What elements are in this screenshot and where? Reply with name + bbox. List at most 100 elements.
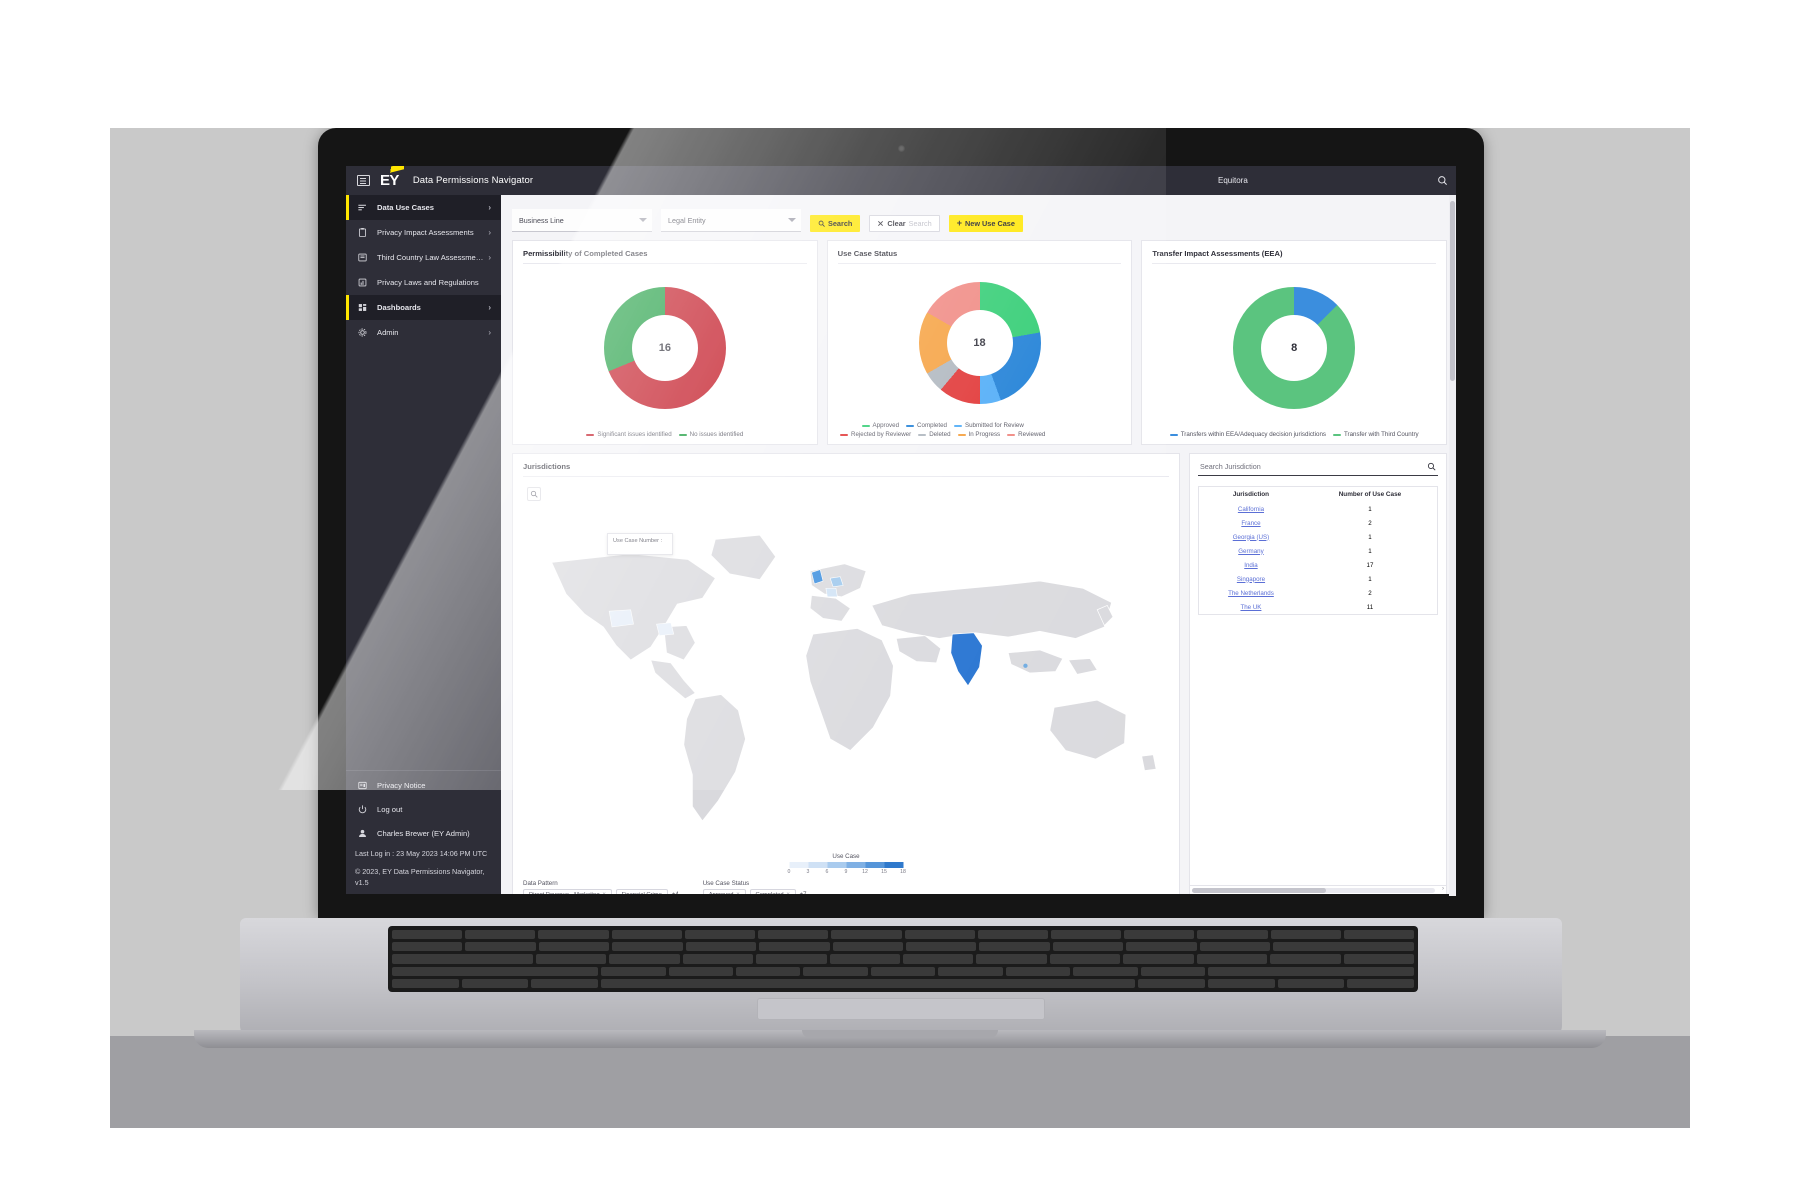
map-search-icon[interactable]	[527, 487, 541, 501]
page-scrollbar[interactable]	[1449, 195, 1456, 896]
card-title: Jurisdictions	[523, 462, 1169, 477]
legend-label: Significant issues identified	[597, 431, 672, 438]
sidebar-item-label: Admin	[377, 328, 399, 337]
clear-search-button[interactable]: Clear Search	[869, 215, 940, 232]
jurisdiction-link[interactable]: France	[1241, 520, 1260, 527]
cell-jurisdiction[interactable]: Georgia (US)	[1199, 530, 1303, 544]
cell-jurisdiction[interactable]: Germany	[1199, 544, 1303, 558]
cell-jurisdiction[interactable]: California	[1199, 502, 1303, 516]
jurisdiction-link[interactable]: India	[1244, 562, 1257, 569]
chevron-right-icon[interactable]: ›	[1442, 886, 1444, 892]
legend-label: Deleted	[929, 431, 951, 438]
search-icon[interactable]	[1437, 175, 1448, 186]
top-bar-right: Equitora	[1206, 166, 1456, 195]
cell-count: 2	[1368, 519, 1372, 527]
dashboard-cards-row: Permissibility of Completed Cases 16 Sig…	[512, 240, 1448, 445]
chevron-right-icon: ›	[488, 228, 491, 237]
sidebar-item-privacy-impact-assessments[interactable]: Privacy Impact Assessments ›	[346, 220, 501, 245]
keyboard-row	[392, 954, 1414, 964]
laptop-mockup: EY Data Permissions Navigator Equitora D…	[0, 0, 1800, 1200]
cell-jurisdiction[interactable]: Singapore	[1199, 572, 1303, 586]
body-row: Data Use Cases › Privacy Impact Assessme…	[346, 195, 1456, 896]
table-row[interactable]: Georgia (US) 1	[1199, 530, 1437, 544]
map-area[interactable]: Use Case Number : Use Case 0 3 6 9 12 15…	[523, 481, 1169, 895]
scrollbar-thumb[interactable]	[1450, 201, 1455, 381]
jurisdiction-table-wrapper: Jurisdiction Number of Use Case Californ…	[1198, 486, 1438, 615]
legend-label: Reviewed	[1018, 431, 1046, 438]
search-icon	[530, 490, 538, 498]
cell-jurisdiction[interactable]: The Netherlands	[1199, 586, 1303, 600]
map-legend-scale: Use Case 0 3 6 9 12 15 18	[780, 853, 913, 875]
scale-cell	[846, 862, 865, 868]
legend-item: Completed	[906, 422, 947, 429]
search-icon	[818, 220, 825, 227]
lid-chin	[318, 894, 1484, 918]
sidebar-item-log-out[interactable]: Log out	[346, 798, 501, 822]
donut-center-value: 8	[1261, 314, 1328, 381]
sidebar-footer-label: Privacy Notice	[377, 781, 426, 791]
scale-tick: 12	[862, 869, 868, 875]
jurisdiction-link[interactable]: The Netherlands	[1228, 590, 1274, 597]
chevron-down-icon	[639, 218, 647, 222]
table-row[interactable]: Germany 1	[1199, 544, 1437, 558]
chart-legend: Approved Completed Submitted for Review	[838, 418, 1048, 438]
donut-center-value: 16	[631, 314, 698, 381]
cell-count: 11	[1366, 603, 1374, 611]
legal-entity-select[interactable]: Legal Entity	[661, 209, 801, 232]
page-margin-bottom	[0, 1128, 1800, 1200]
sidebar: Data Use Cases › Privacy Impact Assessme…	[346, 195, 501, 896]
scale-cell	[808, 862, 827, 868]
laptop-shadow-foot	[108, 1036, 1692, 1130]
table-row[interactable]: The Netherlands 2	[1199, 586, 1437, 600]
cell-jurisdiction[interactable]: India	[1199, 558, 1303, 572]
horizontal-scrollbar[interactable]	[1192, 888, 1435, 893]
sidebar-item-user[interactable]: Charles Brewer (EY Admin)	[346, 822, 501, 846]
legend-item: Transfer with Third Country	[1332, 431, 1419, 438]
jurisdiction-link[interactable]: Singapore	[1237, 576, 1265, 583]
scale-cell	[865, 862, 884, 868]
business-line-select[interactable]: Business Line	[512, 209, 652, 232]
cell-jurisdiction[interactable]: The UK	[1199, 600, 1303, 614]
scale-tick: 9	[844, 869, 848, 875]
chevron-right-icon: ›	[488, 253, 491, 262]
chart-legend: Significant issues identified No issues …	[523, 427, 807, 438]
legend-item: No issues identified	[678, 431, 743, 438]
clear-button-label: Clear	[887, 219, 906, 228]
jurisdiction-link[interactable]: Germany	[1238, 548, 1263, 555]
menu-collapse-icon[interactable]	[357, 175, 370, 186]
scrollbar-thumb[interactable]	[1192, 888, 1326, 893]
sidebar-item-dashboards[interactable]: Dashboards ›	[346, 295, 501, 320]
sidebar-footer: Privacy Notice Log out Charles Brewer (E…	[346, 769, 501, 896]
table-row[interactable]: Singapore 1	[1199, 572, 1437, 586]
sidebar-item-privacy-notice[interactable]: Privacy Notice	[346, 774, 501, 798]
sidebar-item-third-country-law-assessments[interactable]: Third Country Law Assessme… ›	[346, 245, 501, 270]
jurisdiction-link[interactable]: The UK	[1240, 604, 1261, 611]
jurisdiction-link[interactable]: Georgia (US)	[1233, 534, 1269, 541]
sidebar-item-privacy-laws-and-regulations[interactable]: Privacy Laws and Regulations	[346, 270, 501, 295]
table-row[interactable]: India 17	[1199, 558, 1437, 572]
table-row[interactable]: California 1	[1199, 502, 1437, 516]
table-row[interactable]: The UK 11	[1199, 600, 1437, 614]
page-margin-left	[0, 0, 110, 1200]
gear-icon	[358, 328, 367, 337]
sidebar-item-label: Privacy Laws and Regulations	[377, 278, 479, 287]
jurisdiction-link[interactable]: California	[1238, 506, 1264, 513]
search-button[interactable]: Search	[810, 215, 861, 232]
new-use-case-button[interactable]: + New Use Case	[948, 215, 1023, 232]
clear-button-ghost-label: Search	[908, 219, 932, 228]
chevron-right-icon: ›	[488, 203, 491, 212]
document-icon	[358, 782, 367, 790]
table-header-row: Jurisdiction Number of Use Case	[1199, 487, 1437, 502]
scale-tick: 15	[881, 869, 887, 875]
cell-jurisdiction[interactable]: France	[1199, 516, 1303, 530]
sidebar-item-data-use-cases[interactable]: Data Use Cases ›	[346, 195, 501, 220]
search-icon[interactable]	[1427, 462, 1436, 471]
jurisdiction-search-field[interactable]: Search Jurisdiction	[1198, 459, 1438, 476]
sidebar-item-admin[interactable]: Admin ›	[346, 320, 501, 345]
page-margin-right	[1690, 0, 1800, 1200]
table-row[interactable]: France 2	[1199, 516, 1437, 530]
business-line-value: Business Line	[519, 215, 564, 225]
legend-swatch	[1007, 433, 1016, 436]
keyboard	[388, 926, 1418, 992]
dashboard-icon	[358, 304, 367, 311]
